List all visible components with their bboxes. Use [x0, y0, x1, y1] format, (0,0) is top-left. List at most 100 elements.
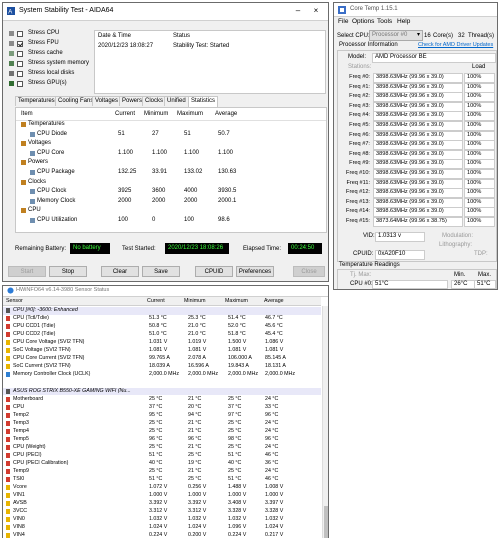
status-list[interactable]: Date & Time Status 2020/12/23 18:08:27 S… — [94, 30, 326, 94]
sensor-row[interactable]: Temp2 95 °C 94 °C 97 °C 96 °C — [3, 412, 321, 420]
preferences-button[interactable]: Preferences — [236, 266, 274, 277]
hwinfo-titlebar[interactable]: HWiNFO64 v6.14-3980 Sensor Status — [3, 286, 328, 297]
statistics-row[interactable]: CPU Diode 51 27 51 50.7 — [16, 130, 326, 140]
tab-cooling-fans[interactable]: Cooling Fans — [55, 96, 97, 106]
sensor-row[interactable]: CPU (Tctl/Tdie) 51.3 °C 25.3 °C 51.4 °C 46.7… — [3, 315, 321, 323]
stress-fpu-checkbox[interactable] — [17, 41, 23, 47]
stress-cpu-checkbox[interactable] — [17, 31, 23, 37]
sensor-row[interactable]: CPU Core Current (SVI2 TFN) 99.765 A 2.078… — [3, 355, 321, 363]
menu-tools[interactable]: Tools — [377, 18, 392, 25]
statistics-row[interactable]: CPU Utilization 100 0 100 98.6 — [16, 216, 326, 226]
amd-driver-link[interactable]: Check for AMD Driver Updates — [418, 42, 493, 48]
sensor-row[interactable]: CPU (PECI Calibration) 40 °C 19 °C 40 °C 36 … — [3, 460, 321, 468]
processor-info-label: Processor Information — [339, 42, 398, 48]
sensor-row[interactable]: CPU CCD1 (Tdie) 50.8 °C 21.0 °C 52.0 °C 45.6… — [3, 323, 321, 331]
statistics-table[interactable]: Item Current Minimum Maximum Average Tem… — [15, 107, 327, 233]
sensor-group-header[interactable]: CPU [#0]: -3600: Enhanced — [3, 307, 321, 315]
frequency-label: Freq #8: — [349, 150, 370, 157]
sensor-row[interactable]: VIN0 1.032 V 1.032 V 1.032 V 1.032 V — [3, 516, 321, 524]
menu-help[interactable]: Help — [397, 18, 410, 25]
select-cpu-dropdown[interactable]: Processor #0 ▾ — [369, 30, 423, 41]
hw-col-minimum[interactable]: Minimum — [184, 298, 205, 304]
hw-col-average[interactable]: Average — [264, 298, 284, 304]
frequency-row: Freq #10: 3898.63MHz (99.96 x 39.0) 100% — [338, 169, 495, 179]
sensor-row[interactable]: Temp3 25 °C 21 °C 25 °C 24 °C — [3, 420, 321, 428]
stress-gpu-option[interactable]: Stress GPU(s) — [9, 79, 93, 88]
menu-file[interactable]: File — [338, 18, 348, 25]
stop-button[interactable]: Stop — [49, 266, 87, 277]
sensor-row[interactable]: AVSB 3.392 V 3.392 V 3.408 V 3.397 V — [3, 500, 321, 508]
close-icon[interactable]: × — [310, 6, 322, 15]
statistics-row[interactable]: Memory Clock 2000 2000 2000 2000.1 — [16, 197, 326, 207]
sensor-current: 50.8 °C — [149, 323, 167, 330]
sensor-row[interactable]: Motherboard 25 °C 21 °C 25 °C 24 °C — [3, 396, 321, 404]
stress-cache-option[interactable]: Stress cache — [9, 49, 93, 58]
cpuid-button[interactable]: CPUID — [195, 266, 233, 277]
stat-item: CPU Diode — [37, 130, 68, 137]
sensor-minimum: 96 °C — [188, 435, 202, 442]
sensor-row[interactable]: CPU (PECI) 51 °C 25 °C 51 °C 46 °C — [3, 452, 321, 460]
stress-gpu-checkbox[interactable] — [17, 81, 23, 87]
statistics-row[interactable]: CPU — [16, 206, 326, 216]
stat-minimum: 1.100 — [152, 149, 168, 156]
tab-temperatures[interactable]: Temperatures — [15, 96, 58, 106]
statistics-row[interactable]: CPU Package 132.25 33.91 133.02 130.63 — [16, 168, 326, 178]
tab-voltages[interactable]: Voltages — [92, 96, 122, 106]
hw-col-current[interactable]: Current — [147, 298, 165, 304]
sensor-current: 1.024 V — [149, 524, 168, 531]
sensor-row[interactable]: CPU 37 °C 20 °C 37 °C 33 °C — [3, 404, 321, 412]
statistics-row[interactable]: CPU Core 1.100 1.100 1.100 1.100 — [16, 149, 326, 159]
sensor-group-header[interactable]: ASUS ROG STRIX B550-XE GAMING WIFI (Nu..… — [3, 387, 321, 395]
sensor-current: 51 °C — [149, 451, 163, 458]
stress-cache-checkbox[interactable] — [17, 51, 23, 57]
hw-col-maximum[interactable]: Maximum — [225, 298, 248, 304]
hw-col-sensor[interactable]: Sensor — [6, 298, 23, 304]
sensor-row[interactable]: CPU CCD2 (Tdie) 51.0 °C 21.0 °C 51.8 °C 45.4… — [3, 331, 321, 339]
tab-unified[interactable]: Unified — [164, 96, 189, 106]
minimize-icon[interactable]: – — [292, 6, 304, 15]
frequency-value: 3898.63MHz (99.96 x 39.0) — [373, 121, 463, 131]
statistics-row[interactable]: Clocks — [16, 178, 326, 188]
sensor-row[interactable]: 3VCC 3.312 V 3.312 V 3.328 V 3.328 V — [3, 508, 321, 516]
sensor-row[interactable]: Memory Controller Clock (UCLK) 2,000.0 MH… — [3, 371, 321, 379]
sensor-row[interactable]: Vcore 1.072 V 0.256 V 1.488 V 1.008 V — [3, 484, 321, 492]
sensor-minimum: 0.200 V — [188, 532, 207, 538]
sensor-average: 46 °C — [265, 476, 279, 483]
sensor-row[interactable]: SoC Current (SVI2 TFN) 18.039 A 16.596 A 19… — [3, 363, 321, 371]
tab-clocks[interactable]: Clocks — [142, 96, 167, 106]
hwinfo-scrollbar-thumb[interactable] — [324, 506, 328, 538]
sensor-row[interactable]: VIN4 0.224 V 0.200 V 0.224 V 0.217 V — [3, 532, 321, 538]
statistics-row[interactable]: Voltages — [16, 139, 326, 149]
stress-cpu-option[interactable]: Stress CPU — [9, 29, 93, 38]
clear-button[interactable]: Clear — [101, 266, 139, 277]
menu-options[interactable]: Options — [352, 18, 374, 25]
tab-statistics[interactable]: Statistics — [188, 96, 219, 107]
stress-disks-option[interactable]: Stress local disks — [9, 69, 93, 78]
sensor-name: CPU CCD2 (Tdie) — [13, 331, 56, 338]
stress-fpu-option[interactable]: Stress FPU — [9, 39, 93, 48]
sensor-row[interactable]: Temp5 96 °C 96 °C 98 °C 96 °C — [3, 436, 321, 444]
sensor-row[interactable]: VIN1 1.000 V 1.000 V 1.000 V 1.000 V — [3, 492, 321, 500]
sensor-row[interactable]: TSI0 51 °C 25 °C 51 °C 46 °C — [3, 476, 321, 484]
stress-memory-option[interactable]: Stress system memory — [9, 59, 93, 68]
aida64-titlebar[interactable]: A System Stability Test - AIDA64 – × — [3, 3, 328, 21]
sensor-row[interactable] — [3, 379, 321, 387]
sensor-row[interactable]: Temp9 25 °C 21 °C 25 °C 24 °C — [3, 468, 321, 476]
coretemp-titlebar[interactable]: Core Temp 1.15.1 — [334, 3, 497, 17]
sensor-row[interactable]: CPU (Weight) 25 °C 21 °C 25 °C 24 °C — [3, 444, 321, 452]
sensor-row[interactable]: SoC Voltage (SVI2 TFN) 1.081 V 1.081 V 1.08… — [3, 347, 321, 355]
sensor-row[interactable]: Temp4 25 °C 21 °C 25 °C 24 °C — [3, 428, 321, 436]
start-button[interactable]: Start — [8, 266, 46, 277]
statistics-row[interactable]: Temperatures — [16, 120, 326, 130]
statistics-row[interactable]: CPU Clock 3925 3600 4000 3930.5 — [16, 187, 326, 197]
statistics-row[interactable]: Powers — [16, 158, 326, 168]
close-button[interactable]: Close — [293, 266, 325, 277]
stat-item: Clocks — [28, 178, 47, 185]
col-minimum: Minimum — [144, 111, 169, 117]
hwinfo-scrollbar[interactable] — [322, 306, 328, 538]
sensor-row[interactable]: VIN8 1.024 V 1.024 V 1.096 V 1.024 V — [3, 524, 321, 532]
stress-disks-checkbox[interactable] — [17, 71, 23, 77]
save-button[interactable]: Save — [142, 266, 180, 277]
sensor-row[interactable]: CPU Core Voltage (SVI2 TFN) 1.031 V 1.019 … — [3, 339, 321, 347]
stress-memory-checkbox[interactable] — [17, 61, 23, 67]
